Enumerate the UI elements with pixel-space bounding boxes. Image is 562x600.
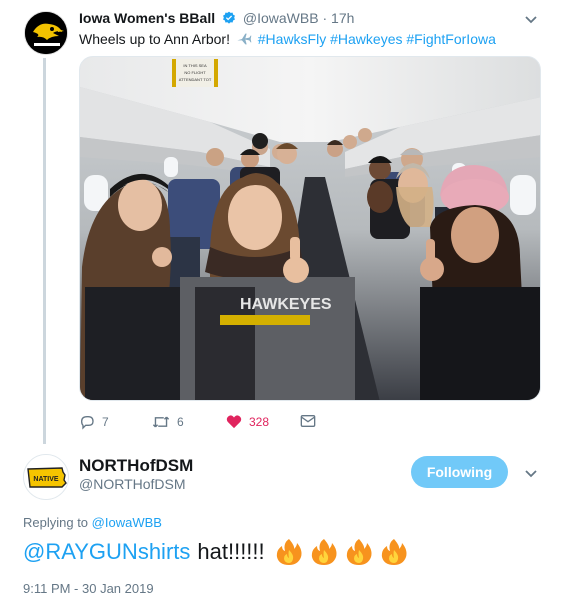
northofdsm-avatar[interactable]: NATIVE: [23, 454, 69, 500]
iowa-wbb-avatar[interactable]: [24, 11, 68, 55]
tweet-text-body: hat!!!!!!: [197, 539, 265, 564]
thread-connector-line: [43, 58, 46, 444]
svg-text:ATTENDANT TOT: ATTENDANT TOT: [179, 77, 212, 82]
tweet-timestamp[interactable]: 9:11 PM - 30 Jan 2019: [23, 581, 154, 596]
like-count: 328: [249, 414, 270, 429]
more-options-chevron-icon[interactable]: [524, 466, 538, 484]
tweet-header: Iowa Women's BBall @IowaWBB · 17h: [79, 10, 354, 28]
user-handle[interactable]: @IowaWBB: [243, 10, 319, 26]
direct-message-button[interactable]: [300, 414, 316, 428]
heart-icon: [226, 415, 242, 429]
fire-icon: [346, 539, 372, 565]
fire-icon: [311, 539, 337, 565]
following-button[interactable]: Following: [411, 456, 508, 488]
hashtag-link[interactable]: #FightForIowa: [406, 31, 495, 47]
parent-tweet[interactable]: Iowa Women's BBall @IowaWBB · 17h Wheels…: [0, 0, 562, 444]
retweet-button[interactable]: 6: [152, 414, 184, 430]
fire-icon: [276, 539, 302, 565]
svg-text:HAWKEYES: HAWKEYES: [240, 296, 332, 313]
mention-link[interactable]: @RAYGUNshirts: [23, 539, 190, 565]
airplane-icon: [236, 32, 252, 49]
svg-text:IN THIS SEA: IN THIS SEA: [183, 63, 207, 68]
replying-to-line: Replying to @IowaWBB: [23, 515, 162, 530]
svg-text:NO FLIGHT: NO FLIGHT: [184, 70, 206, 75]
display-name[interactable]: Iowa Women's BBall: [79, 10, 215, 26]
native-logo-text: NATIVE: [33, 476, 58, 483]
hawkeye-logo-icon: [25, 12, 67, 54]
replying-to-label: Replying to: [23, 515, 89, 530]
retweet-icon: [152, 416, 170, 428]
more-options-chevron-icon[interactable]: [524, 12, 538, 30]
fire-emoji-group: [274, 537, 409, 567]
user-handle[interactable]: @NORTHofDSM: [79, 476, 186, 492]
retweet-count: 6: [177, 415, 184, 429]
tweet-photo[interactable]: IN THIS SEA NO FLIGHT ATTENDANT TOT HAWK…: [79, 56, 541, 401]
verified-badge-icon: [222, 11, 236, 28]
separator-dot: ·: [322, 10, 328, 26]
hashtag-link[interactable]: #HawksFly: [258, 31, 326, 47]
reply-icon: [80, 416, 94, 430]
display-name[interactable]: NORTHofDSM: [79, 456, 193, 476]
replying-to-handle-link[interactable]: @IowaWBB: [92, 515, 162, 530]
fire-icon: [381, 539, 407, 565]
team-on-plane-photo: IN THIS SEA NO FLIGHT ATTENDANT TOT HAWK…: [80, 57, 540, 400]
envelope-icon: [300, 415, 316, 427]
iowa-state-native-logo-icon: NATIVE: [24, 455, 68, 499]
tweet-text: @RAYGUNshirts hat!!!!!!: [23, 537, 409, 567]
hashtag-link[interactable]: #Hawkeyes: [330, 31, 402, 47]
tweet-time[interactable]: 17h: [331, 10, 354, 26]
reply-tweet[interactable]: NATIVE NORTHofDSM @NORTHofDSM Following …: [0, 440, 562, 600]
reply-count: 7: [102, 415, 109, 429]
reply-button[interactable]: 7: [79, 414, 109, 430]
tweet-actions-bar: 7 6 328: [79, 414, 379, 434]
tweet-text: Wheels up to Ann Arbor! #HawksFly #Hawke…: [79, 31, 496, 49]
like-button[interactable]: 328: [226, 414, 269, 429]
tweet-text-body: Wheels up to Ann Arbor!: [79, 31, 230, 47]
